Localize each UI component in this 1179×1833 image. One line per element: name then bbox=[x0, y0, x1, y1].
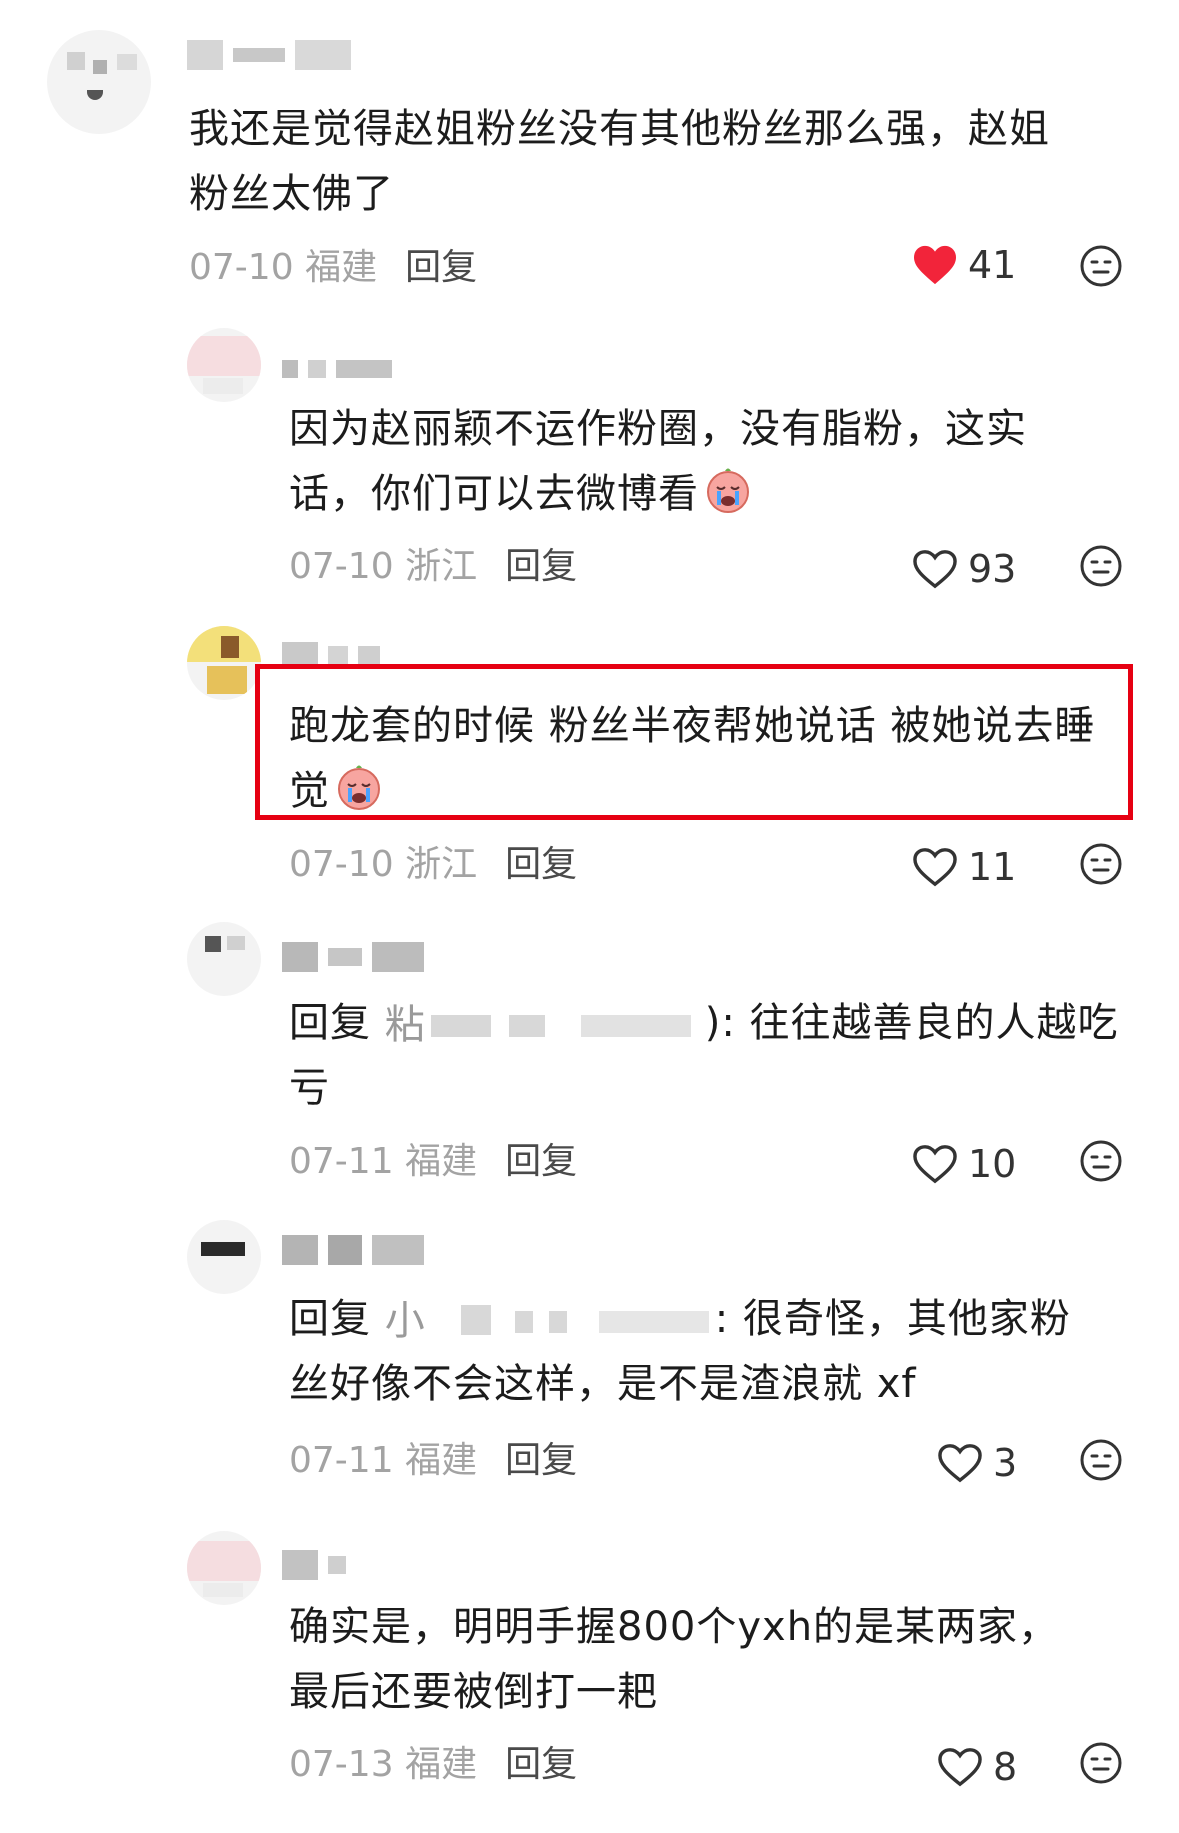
like-button[interactable]: 11 bbox=[912, 845, 1016, 889]
neutral-face-icon[interactable] bbox=[1079, 244, 1123, 288]
like-button[interactable]: 10 bbox=[912, 1142, 1016, 1186]
reply-button[interactable]: 回复 bbox=[505, 537, 577, 589]
username[interactable] bbox=[282, 1233, 424, 1267]
username[interactable] bbox=[282, 1548, 346, 1582]
comment-date: 07-11 福建 bbox=[289, 1440, 478, 1481]
heart-icon bbox=[913, 1145, 957, 1184]
like-count: 93 bbox=[968, 547, 1017, 591]
heart-icon bbox=[913, 550, 957, 589]
heart-icon bbox=[938, 1748, 982, 1787]
like-count: 11 bbox=[968, 845, 1017, 889]
comment-date: 07-10 浙江 bbox=[289, 546, 478, 587]
heart-icon bbox=[914, 245, 956, 285]
comment-text: 跑龙套的时候 粉丝半夜帮她说话 被她说去睡 觉 bbox=[289, 703, 1096, 814]
crying-face-emoji bbox=[707, 468, 749, 513]
avatar[interactable] bbox=[187, 1220, 261, 1294]
comment-date: 07-13 福建 bbox=[289, 1744, 478, 1785]
comment-text: 因为赵丽颖不运作粉圈，没有脂粉，这实 话，你们可以去微博看 bbox=[289, 406, 1027, 517]
neutral-face-icon[interactable] bbox=[1079, 1741, 1123, 1785]
username[interactable] bbox=[187, 38, 351, 72]
heart-icon bbox=[938, 1444, 982, 1483]
comment-date: 07-11 福建 bbox=[289, 1141, 478, 1182]
reply-button[interactable]: 回复 bbox=[505, 1735, 577, 1787]
like-count: 3 bbox=[993, 1441, 1018, 1485]
mention[interactable]: 小 bbox=[385, 1298, 715, 1344]
comment-date: 07-10 浙江 bbox=[289, 844, 478, 885]
mention[interactable]: 粘 bbox=[385, 1002, 705, 1048]
avatar[interactable] bbox=[187, 922, 261, 996]
like-button[interactable]: 41 bbox=[912, 243, 1016, 287]
like-button[interactable]: 93 bbox=[912, 547, 1016, 591]
heart-icon bbox=[913, 848, 957, 887]
neutral-face-icon[interactable] bbox=[1079, 1139, 1123, 1183]
reply-button[interactable]: 回复 bbox=[405, 238, 477, 290]
comment-text: 回复 小: 很奇怪，其他家粉 丝好像不会这样，是不是渣浪就 xf bbox=[289, 1296, 1071, 1407]
comment-date: 07-10 福建 bbox=[189, 247, 378, 288]
like-button[interactable]: 3 bbox=[937, 1441, 1017, 1485]
reply-button[interactable]: 回复 bbox=[505, 1431, 577, 1483]
neutral-face-icon[interactable] bbox=[1079, 842, 1123, 886]
username[interactable] bbox=[282, 940, 424, 974]
like-button[interactable]: 8 bbox=[937, 1745, 1017, 1789]
crying-face-emoji bbox=[338, 765, 380, 810]
avatar[interactable] bbox=[187, 328, 261, 402]
neutral-face-icon[interactable] bbox=[1079, 544, 1123, 588]
neutral-face-icon[interactable] bbox=[1079, 1438, 1123, 1482]
reply-button[interactable]: 回复 bbox=[505, 835, 577, 887]
avatar[interactable] bbox=[187, 626, 261, 700]
reply-button[interactable]: 回复 bbox=[505, 1132, 577, 1184]
avatar[interactable] bbox=[187, 1531, 261, 1605]
like-count: 41 bbox=[968, 243, 1017, 287]
comment-text: 确实是，明明手握800个yxh的是某两家， 最后还要被倒打一耙 bbox=[289, 1604, 1060, 1715]
like-count: 10 bbox=[968, 1142, 1017, 1186]
avatar[interactable] bbox=[47, 30, 151, 134]
username[interactable] bbox=[282, 352, 392, 386]
comment-text: 回复 粘): 往往越善良的人越吃 亏 bbox=[289, 1000, 1119, 1111]
comment-text: 我还是觉得赵姐粉丝没有其他粉丝那么强，赵姐 粉丝太佛了 bbox=[189, 106, 1050, 217]
like-count: 8 bbox=[993, 1745, 1018, 1789]
